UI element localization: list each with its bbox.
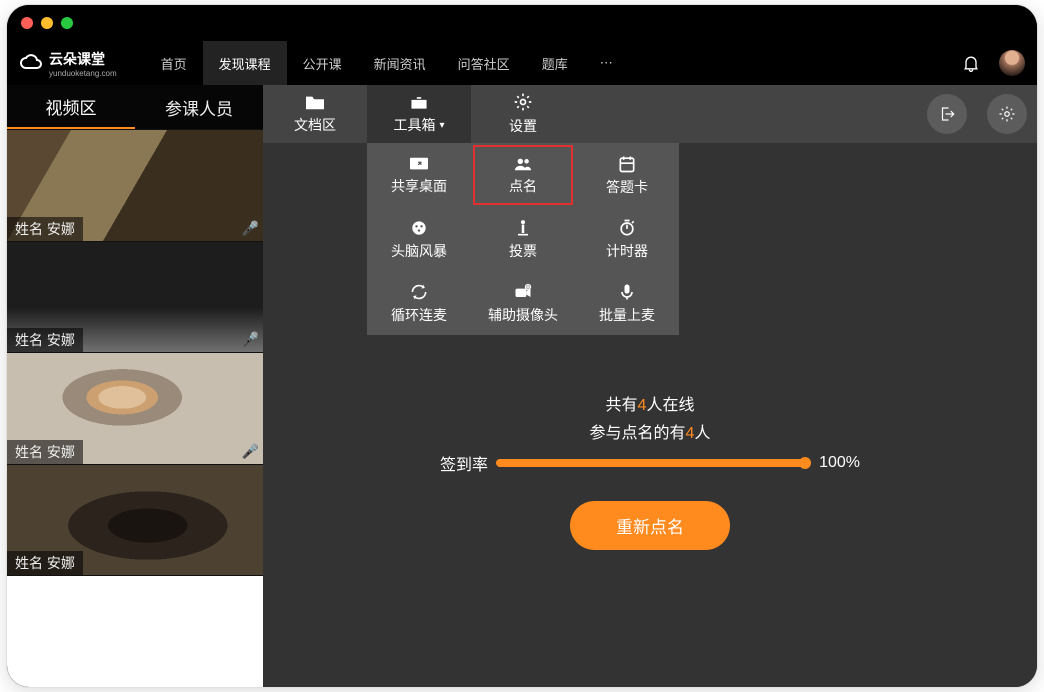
docs-label: 文档区 [294, 115, 336, 135]
minimize-window-dot[interactable] [41, 17, 53, 29]
top-nav: 云朵课堂 yunduoketang.com 首页 发现课程 公开课 新闻资讯 问… [7, 41, 1037, 85]
tool-loop-mic[interactable]: 循环连麦 [367, 271, 471, 335]
checkin-rate-row: 签到率 100% [440, 451, 860, 475]
camera-icon [513, 282, 533, 302]
video-list: 姓名 安娜 🎤 姓名 安娜 🎤 姓名 安娜 🎤 姓名 安娜 [7, 129, 263, 687]
tool-label: 循环连麦 [391, 305, 447, 325]
brand-name: 云朵课堂 [49, 49, 117, 69]
participant-name: 姓名 安娜 [7, 440, 83, 464]
screen-icon [408, 155, 430, 173]
vote-icon [513, 218, 533, 238]
mic-icon: 🎤 [242, 220, 259, 237]
restart-rollcall-button[interactable]: 重新点名 [570, 501, 730, 550]
toolbox-tab[interactable]: 工具箱 ▾ [367, 85, 471, 143]
gear-icon [998, 105, 1016, 123]
tool-label: 辅助摄像头 [488, 305, 558, 325]
tool-label: 投票 [509, 241, 537, 261]
nav-more[interactable]: ⋯ [584, 41, 631, 85]
bell-icon [961, 53, 981, 73]
brand-logo[interactable]: 云朵课堂 yunduoketang.com [19, 49, 117, 78]
maximize-window-dot[interactable] [61, 17, 73, 29]
rate-percent: 100% [819, 454, 860, 472]
video-tile[interactable]: 姓名 安娜 🎤 [7, 129, 263, 241]
mic-icon: 🎤 [242, 331, 259, 348]
brand-sub: yunduoketang.com [49, 69, 117, 78]
tool-label: 点名 [509, 176, 537, 196]
settings-label: 设置 [509, 116, 537, 136]
rate-label: 签到率 [440, 451, 488, 475]
nav-home[interactable]: 首页 [145, 41, 203, 85]
tab-participants[interactable]: 参课人员 [135, 85, 263, 129]
participant-name: 姓名 安娜 [7, 551, 83, 575]
sidebar-tabs: 视频区 参课人员 [7, 85, 263, 129]
tool-label: 头脑风暴 [391, 241, 447, 261]
settings-tab[interactable]: 设置 [471, 85, 575, 143]
rollcall-stats: 共有4人在线 参与点名的有4人 签到率 100% 重新点名 [440, 391, 860, 550]
nav-qa[interactable]: 问答社区 [442, 41, 526, 85]
tool-answercard[interactable]: 答题卡 [575, 143, 679, 207]
calendar-icon [617, 154, 637, 174]
tool-share-screen[interactable]: 共享桌面 [367, 143, 471, 207]
tool-label: 批量上麦 [599, 305, 655, 325]
window-titlebar [7, 5, 1037, 41]
folder-icon [304, 93, 326, 111]
tool-batch-mic[interactable]: 批量上麦 [575, 271, 679, 335]
toolbox-panel: 共享桌面 点名 答题卡 头脑风暴 [367, 143, 679, 335]
sidebar: 视频区 参课人员 姓名 安娜 🎤 姓名 安娜 🎤 姓名 安娜 🎤 姓名 安娜 [7, 85, 263, 687]
nav-bank[interactable]: 题库 [526, 41, 584, 85]
video-tile[interactable]: 姓名 安娜 🎤 [7, 352, 263, 464]
close-window-dot[interactable] [21, 17, 33, 29]
tab-video[interactable]: 视频区 [7, 85, 135, 129]
video-tile-empty [7, 575, 263, 687]
exit-icon [938, 105, 956, 123]
online-line: 共有4人在线 [440, 391, 860, 415]
cloud-icon [19, 51, 43, 75]
notifications-button[interactable] [961, 53, 981, 73]
tool-brainstorm[interactable]: 头脑风暴 [367, 207, 471, 271]
main-area: 文档区 工具箱 ▾ 设置 [263, 85, 1037, 687]
tool-label: 答题卡 [606, 177, 648, 197]
toolbox-label: 工具箱 [393, 115, 435, 135]
participant-name: 姓名 安娜 [7, 328, 83, 352]
gear-icon [513, 92, 533, 112]
brain-icon [409, 218, 429, 238]
tool-timer[interactable]: 计时器 [575, 207, 679, 271]
settings-button[interactable] [987, 94, 1027, 134]
timer-icon [617, 218, 637, 238]
tool-label: 共享桌面 [391, 176, 447, 196]
participated-line: 参与点名的有4人 [440, 419, 860, 443]
loop-icon [409, 282, 429, 302]
mic-icon: 🎤 [242, 443, 259, 460]
app-body: 视频区 参课人员 姓名 安娜 🎤 姓名 安娜 🎤 姓名 安娜 🎤 姓名 安娜 [7, 85, 1037, 687]
docs-tab[interactable]: 文档区 [263, 85, 367, 143]
nav-public[interactable]: 公开课 [287, 41, 358, 85]
main-toolbar: 文档区 工具箱 ▾ 设置 [263, 85, 1037, 143]
tool-vote[interactable]: 投票 [471, 207, 575, 271]
user-avatar[interactable] [999, 50, 1025, 76]
tool-aux-camera[interactable]: 辅助摄像头 [471, 271, 575, 335]
tool-label: 计时器 [606, 241, 648, 261]
exit-button[interactable] [927, 94, 967, 134]
chevron-down-icon: ▾ [439, 120, 444, 131]
nav-news[interactable]: 新闻资讯 [358, 41, 442, 85]
rate-bar [496, 459, 811, 467]
briefcase-icon [408, 93, 430, 111]
people-icon [512, 155, 534, 173]
app-window: 云朵课堂 yunduoketang.com 首页 发现课程 公开课 新闻资讯 问… [7, 5, 1037, 687]
mic-icon [617, 282, 637, 302]
video-tile[interactable]: 姓名 安娜 [7, 464, 263, 576]
nav-discover[interactable]: 发现课程 [203, 41, 287, 85]
video-tile[interactable]: 姓名 安娜 🎤 [7, 241, 263, 353]
tool-rollcall[interactable]: 点名 [471, 143, 575, 207]
participant-name: 姓名 安娜 [7, 217, 83, 241]
